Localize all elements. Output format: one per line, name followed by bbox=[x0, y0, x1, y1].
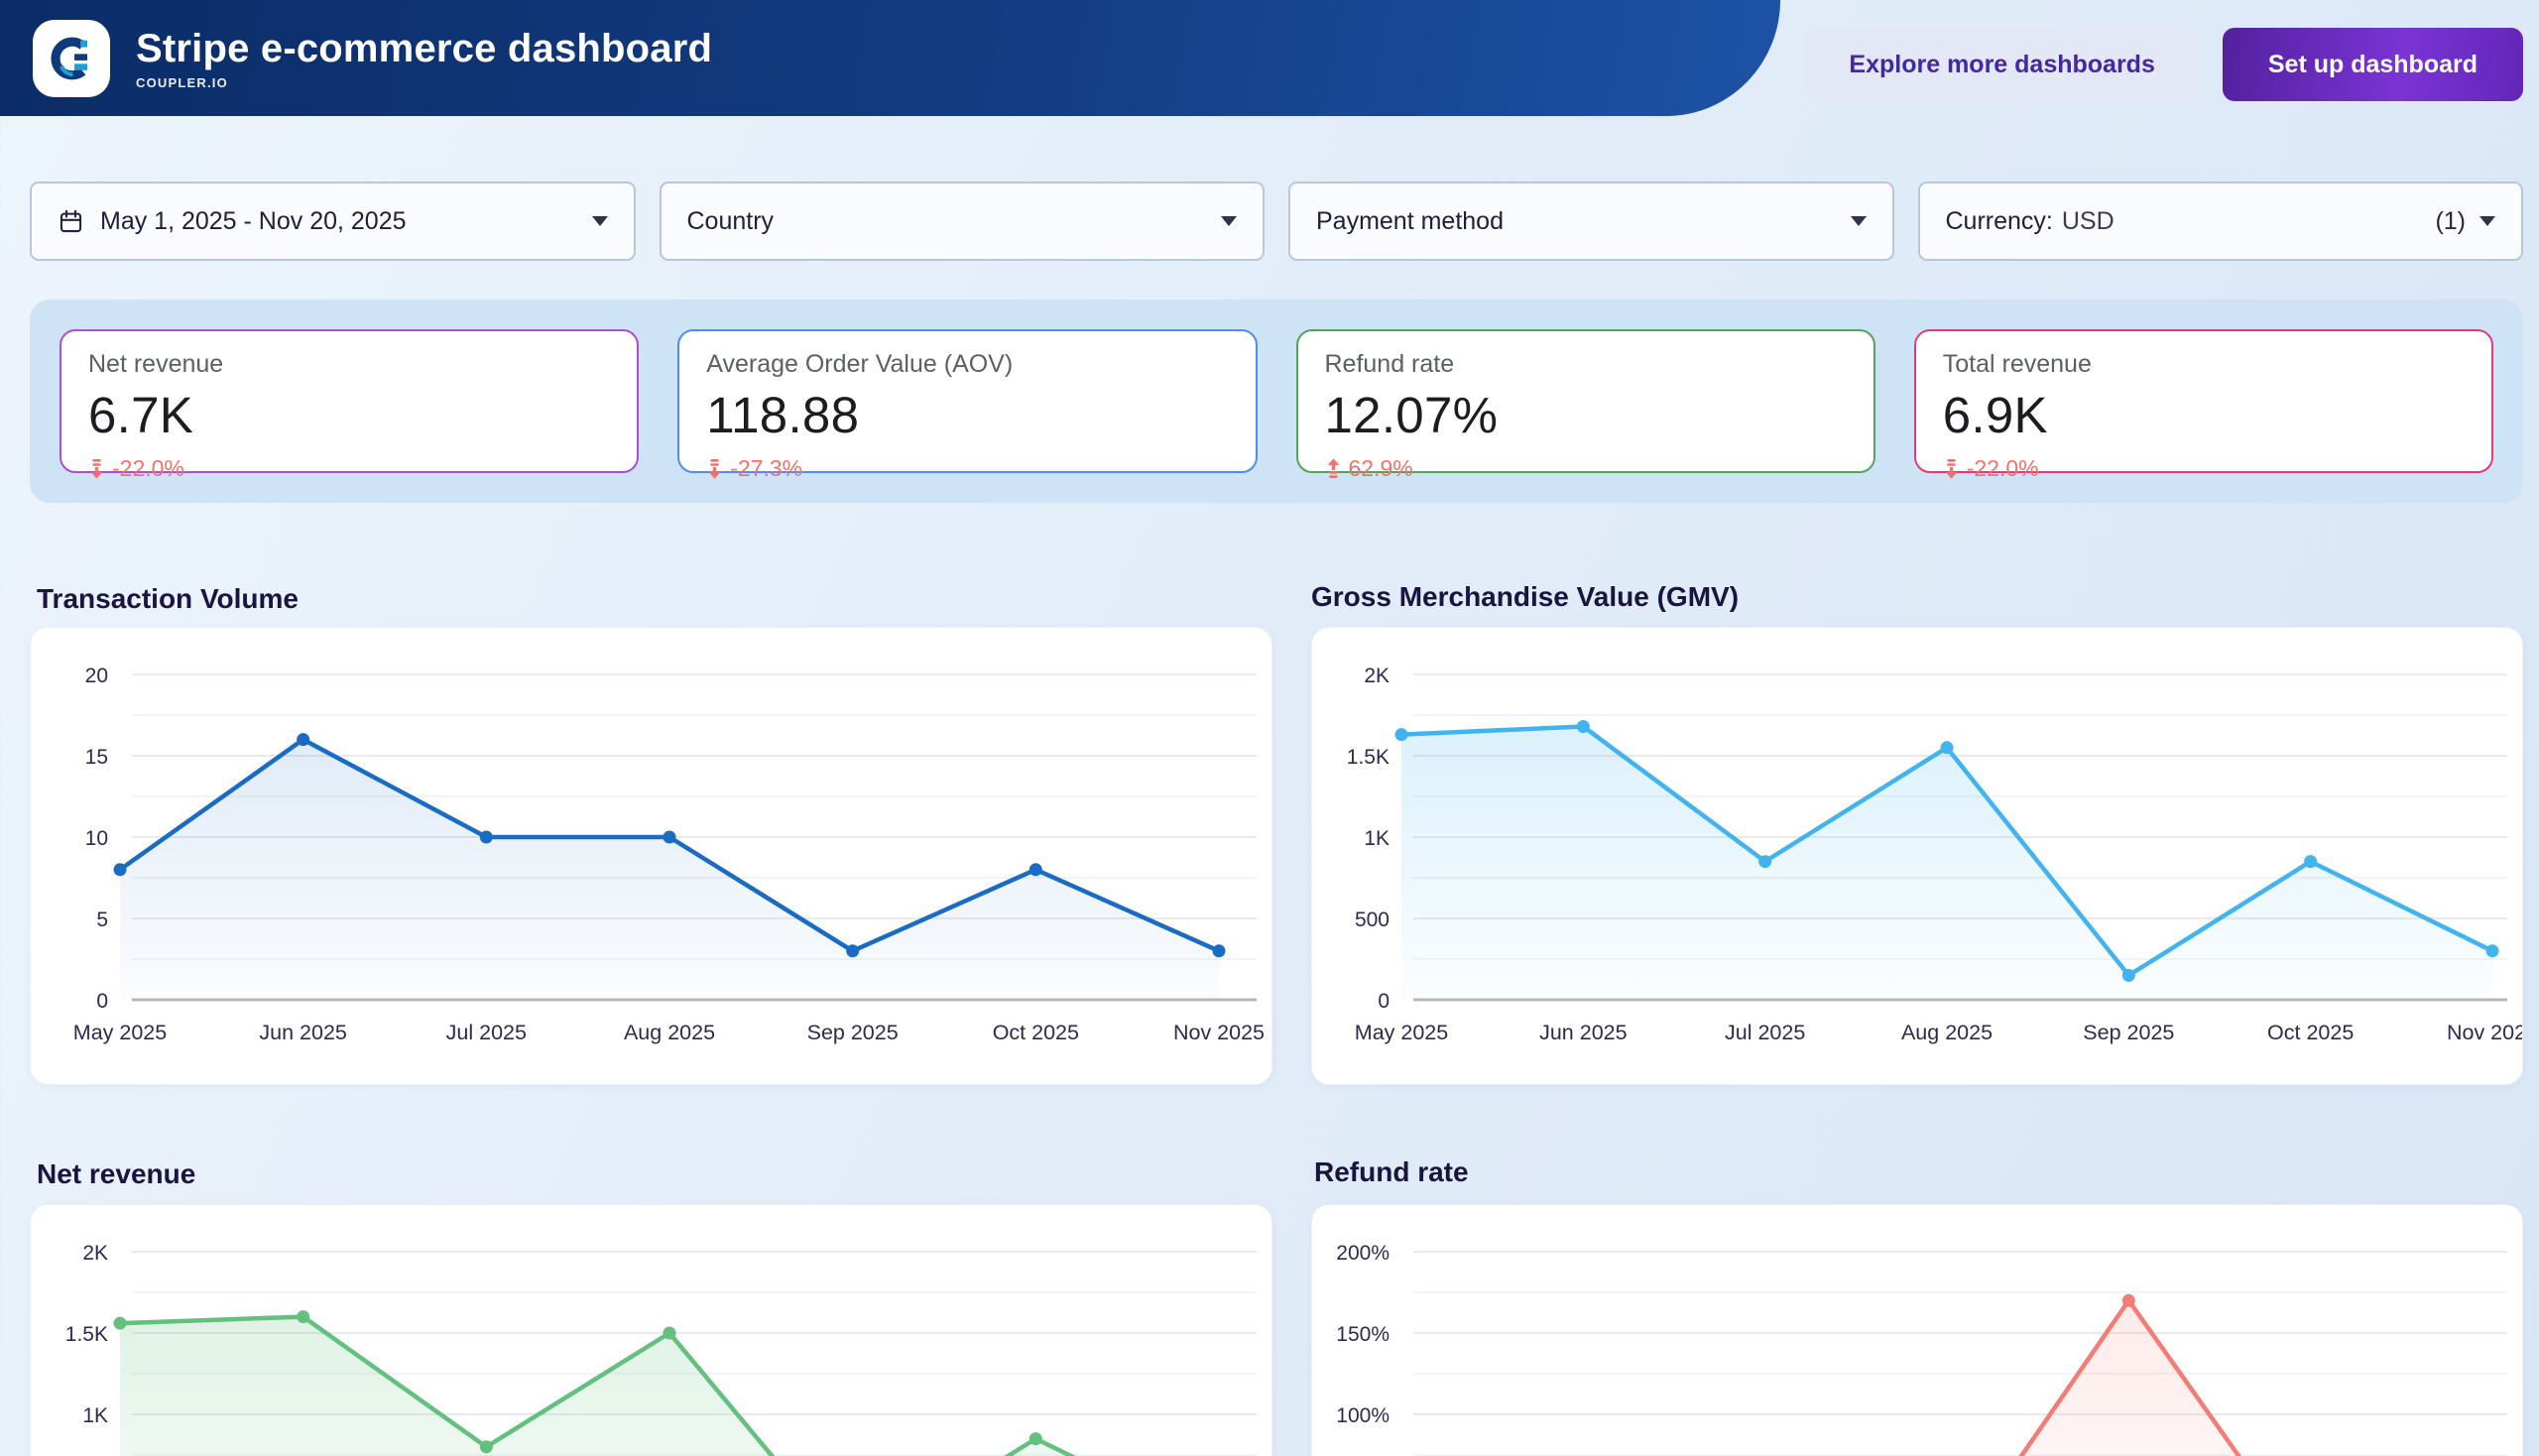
kpi-change: -22.0% bbox=[88, 455, 610, 482]
setup-dashboard-button[interactable]: Set up dashboard bbox=[2223, 28, 2523, 101]
arrow-down-icon bbox=[706, 458, 723, 479]
country-dropdown[interactable]: Country bbox=[660, 182, 1266, 261]
date-range-dropdown[interactable]: May 1, 2025 - Nov 20, 2025 bbox=[30, 182, 636, 261]
kpi-card-net-revenue: Net revenue 6.7K -22.0% bbox=[60, 329, 639, 473]
brand-label: COUPLER.IO bbox=[136, 75, 712, 90]
svg-text:Jul 2025: Jul 2025 bbox=[446, 1021, 527, 1044]
svg-text:2K: 2K bbox=[1364, 665, 1390, 687]
svg-text:May 2025: May 2025 bbox=[1355, 1021, 1448, 1044]
svg-text:100%: 100% bbox=[1336, 1404, 1390, 1427]
payment-method-dropdown[interactable]: Payment method bbox=[1288, 182, 1894, 261]
svg-text:Jun 2025: Jun 2025 bbox=[259, 1021, 347, 1044]
kpi-change-value: -22.0% bbox=[1967, 455, 2039, 482]
svg-text:Jun 2025: Jun 2025 bbox=[1539, 1021, 1628, 1044]
coupler-logo bbox=[33, 20, 110, 97]
explore-dashboards-button[interactable]: Explore more dashboards bbox=[1805, 28, 2198, 101]
chevron-down-icon bbox=[1221, 216, 1237, 226]
refund-rate-chart: 0%50%100%150%200%May 2025Jun 2025Jul 202… bbox=[1311, 1204, 2523, 1456]
page-title: Stripe e-commerce dashboard bbox=[136, 27, 712, 71]
app-header: Stripe e-commerce dashboard COUPLER.IO bbox=[0, 0, 1780, 116]
chart-title-transaction-volume: Transaction Volume bbox=[37, 583, 299, 615]
svg-text:Aug 2025: Aug 2025 bbox=[1901, 1021, 1993, 1044]
svg-text:Sep 2025: Sep 2025 bbox=[2083, 1021, 2174, 1044]
svg-text:10: 10 bbox=[85, 827, 108, 850]
svg-text:0: 0 bbox=[96, 990, 108, 1013]
kpi-label: Net revenue bbox=[88, 350, 610, 379]
chevron-down-icon bbox=[592, 216, 608, 226]
svg-text:Aug 2025: Aug 2025 bbox=[624, 1021, 715, 1044]
kpi-change: -27.3% bbox=[706, 455, 1228, 482]
kpi-change-value: 62.9% bbox=[1349, 455, 1413, 482]
transaction-volume-chart: 0 5 10 15 20 May 2025 Jun 2025 Jul 2025 Aug 2025… bbox=[30, 627, 1272, 1085]
svg-text:1.5K: 1.5K bbox=[65, 1323, 108, 1346]
chart-title-net-revenue: Net revenue bbox=[37, 1158, 195, 1190]
arrow-down-icon bbox=[1943, 458, 1960, 479]
kpi-change: -22.0% bbox=[1943, 455, 2465, 482]
svg-text:0: 0 bbox=[1378, 990, 1390, 1013]
svg-text:1.5K: 1.5K bbox=[1347, 746, 1390, 769]
payment-method-label: Payment method bbox=[1316, 207, 1837, 236]
chevron-down-icon bbox=[1851, 216, 1867, 226]
kpi-card-refund-rate: Refund rate 12.07% 62.9% bbox=[1296, 329, 1875, 473]
header-actions: Explore more dashboards Set up dashboard bbox=[1805, 28, 2523, 101]
svg-text:Jul 2025: Jul 2025 bbox=[1725, 1021, 1805, 1044]
svg-text:200%: 200% bbox=[1336, 1242, 1390, 1265]
svg-text:Nov 2025: Nov 2025 bbox=[1173, 1021, 1265, 1044]
svg-text:20: 20 bbox=[85, 665, 108, 687]
kpi-value: 118.88 bbox=[706, 386, 1228, 444]
svg-text:150%: 150% bbox=[1336, 1323, 1390, 1346]
kpi-change: 62.9% bbox=[1325, 455, 1847, 482]
svg-text:Oct 2025: Oct 2025 bbox=[993, 1021, 1079, 1044]
kpi-label: Refund rate bbox=[1325, 350, 1847, 379]
kpi-strip: Net revenue 6.7K -22.0% Average Order Va… bbox=[30, 300, 2523, 503]
arrow-up-icon bbox=[1325, 458, 1342, 479]
gmv-chart: 0 500 1K 1.5K 2K May 2025 Jun 2025 Jul 2025 Aug … bbox=[1311, 627, 2523, 1085]
coupler-logo-icon bbox=[43, 30, 100, 87]
kpi-card-aov: Average Order Value (AOV) 118.88 -27.3% bbox=[677, 329, 1257, 473]
kpi-value: 6.9K bbox=[1943, 386, 2465, 444]
kpi-change-value: -22.0% bbox=[112, 455, 184, 482]
date-range-value: May 1, 2025 - Nov 20, 2025 bbox=[100, 207, 578, 236]
currency-count-badge: (1) bbox=[2435, 207, 2466, 236]
filter-bar: May 1, 2025 - Nov 20, 2025 Country Payme… bbox=[30, 182, 2523, 261]
kpi-label: Average Order Value (AOV) bbox=[706, 350, 1228, 379]
country-label: Country bbox=[687, 207, 1208, 236]
currency-value: USD bbox=[2062, 207, 2424, 236]
svg-text:1K: 1K bbox=[82, 1404, 108, 1427]
net-revenue-chart: 05001K1.5K2KMay 2025Jun 2025Jul 2025Aug … bbox=[30, 1204, 1272, 1456]
svg-text:Oct 2025: Oct 2025 bbox=[2267, 1021, 2354, 1044]
kpi-value: 6.7K bbox=[88, 386, 610, 444]
svg-text:2K: 2K bbox=[82, 1242, 108, 1265]
chart-title-refund-rate: Refund rate bbox=[1314, 1156, 1469, 1188]
arrow-down-icon bbox=[88, 458, 105, 479]
currency-label: Currency: bbox=[1946, 207, 2053, 236]
svg-text:1K: 1K bbox=[1364, 827, 1390, 850]
svg-text:Nov 2025: Nov 2025 bbox=[2447, 1021, 2523, 1044]
kpi-card-total-revenue: Total revenue 6.9K -22.0% bbox=[1914, 329, 2493, 473]
calendar-icon bbox=[58, 208, 84, 235]
kpi-change-value: -27.3% bbox=[730, 455, 802, 482]
kpi-value: 12.07% bbox=[1325, 386, 1847, 444]
chart-title-gmv: Gross Merchandise Value (GMV) bbox=[1311, 581, 1739, 613]
currency-dropdown[interactable]: Currency: USD (1) bbox=[1918, 182, 2524, 261]
kpi-label: Total revenue bbox=[1943, 350, 2465, 379]
svg-text:May 2025: May 2025 bbox=[73, 1021, 167, 1044]
svg-text:15: 15 bbox=[85, 746, 108, 769]
svg-text:5: 5 bbox=[96, 909, 108, 931]
chevron-down-icon bbox=[2479, 216, 2495, 226]
svg-text:Sep 2025: Sep 2025 bbox=[807, 1021, 899, 1044]
svg-text:500: 500 bbox=[1355, 909, 1390, 931]
